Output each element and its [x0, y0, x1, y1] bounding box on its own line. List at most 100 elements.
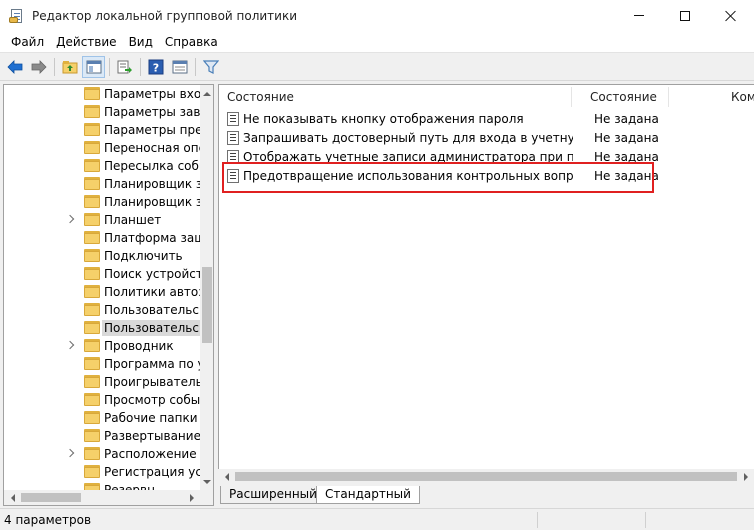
tree-item-label: Резервн... [104, 483, 167, 490]
tree-item-label: Регистрация устр [104, 465, 200, 479]
tab-extended[interactable]: Расширенный [220, 486, 326, 504]
tree-item[interactable]: Параметры завер [4, 103, 200, 121]
tree-item[interactable]: Планшет [4, 211, 200, 229]
tree-item[interactable]: Расположение и [4, 445, 200, 463]
tree-item[interactable]: Параметры вход [4, 85, 200, 103]
minimize-button[interactable] [616, 0, 662, 31]
scroll-thumb[interactable] [235, 472, 737, 481]
list-horizontal-scrollbar[interactable] [218, 469, 754, 484]
status-text: 4 параметров [4, 513, 92, 527]
chevron-right-icon[interactable] [66, 341, 76, 351]
menu-help[interactable]: Справка [159, 32, 224, 52]
properties-icon [172, 60, 187, 73]
tab-standard[interactable]: Стандартный [316, 486, 420, 504]
status-bar: 4 параметров [0, 508, 754, 530]
folder-icon [84, 213, 100, 226]
help-button[interactable]: ? [144, 56, 167, 78]
column-header-setting[interactable]: Состояние [227, 85, 294, 109]
tree-item-label: Программа по у. [104, 357, 200, 371]
tree-item[interactable]: Просмотр событ [4, 391, 200, 409]
scroll-down-button[interactable] [200, 473, 213, 490]
tree-item-label: Планировщик за [104, 177, 200, 191]
tree-item[interactable]: Платформа защ [4, 229, 200, 247]
properties-button[interactable] [168, 56, 191, 78]
forward-button[interactable] [27, 56, 50, 78]
folder-icon [84, 285, 100, 298]
up-folder-icon [62, 60, 77, 73]
folder-icon [84, 411, 100, 424]
menu-file[interactable]: Файл [5, 32, 50, 52]
export-list-button[interactable] [113, 56, 136, 78]
back-button[interactable] [3, 56, 26, 78]
tree-item[interactable]: Пересылка собы [4, 157, 200, 175]
column-divider[interactable] [571, 87, 572, 107]
settings-list-pane[interactable]: Состояние Состояние Ком Не показывать кн… [218, 84, 754, 484]
folder-icon [84, 429, 100, 442]
filter-icon [202, 59, 219, 74]
scroll-up-button[interactable] [200, 85, 213, 102]
tree-item[interactable]: Пользовательски [4, 319, 200, 337]
tree-item[interactable]: Программа по у. [4, 355, 200, 373]
menu-action[interactable]: Действие [50, 32, 122, 52]
svg-text:?: ? [152, 61, 158, 74]
tree-item-label: Проводник [104, 339, 174, 353]
tree-item[interactable]: Регистрация устр [4, 463, 200, 481]
tree-item[interactable]: Пользовательски [4, 301, 200, 319]
tree-list: Параметры вход Параметры завер Параметры п… [4, 85, 200, 490]
tree-item[interactable]: Подключить [4, 247, 200, 265]
tree-item[interactable]: Параметры през [4, 121, 200, 139]
tree-item[interactable]: Проводник [4, 337, 200, 355]
tree-horizontal-scrollbar[interactable] [4, 490, 200, 505]
show-hide-tree-icon [86, 60, 101, 73]
tree-item[interactable]: Планировщик за [4, 193, 200, 211]
column-divider[interactable] [668, 87, 669, 107]
folder-icon [84, 321, 100, 334]
folder-icon [84, 465, 100, 478]
tree-item-label: Параметры завер [104, 105, 200, 119]
arrow-left-icon [224, 472, 229, 481]
tree-item-label: Пересылка собы [104, 159, 200, 173]
chevron-right-icon[interactable] [66, 215, 76, 225]
toolbar-separator [195, 57, 196, 76]
tree-item[interactable]: Политики автоза [4, 283, 200, 301]
tree-pane[interactable]: Параметры вход Параметры завер Параметры п… [3, 84, 214, 506]
tree-vertical-scrollbar[interactable] [200, 85, 213, 490]
chevron-right-icon[interactable] [66, 449, 76, 459]
folder-icon [84, 195, 100, 208]
help-icon: ? [148, 59, 163, 74]
scroll-left-button[interactable] [4, 490, 21, 505]
show-hide-tree-button[interactable] [82, 55, 105, 78]
tree-item-label: Переносная опер [104, 141, 200, 155]
folder-icon [84, 231, 100, 244]
close-button[interactable] [708, 0, 754, 31]
tree-item[interactable]: Поиск устройств [4, 265, 200, 283]
policy-row[interactable]: Не показывать кнопку отображения пароля Н… [219, 110, 754, 129]
tree-item-label: Политики автоза [104, 285, 200, 299]
tree-item[interactable]: Переносная опер [4, 139, 200, 157]
arrow-up-icon [203, 91, 211, 96]
scroll-right-button[interactable] [183, 490, 200, 505]
title-bar: Редактор локальной групповой политики [0, 0, 754, 31]
tree-item[interactable]: Планировщик за [4, 175, 200, 193]
menu-view[interactable]: Вид [123, 32, 159, 52]
tree-item[interactable]: Развертывание п [4, 427, 200, 445]
up-one-level-button[interactable] [58, 56, 81, 78]
folder-icon [84, 447, 100, 460]
tree-item[interactable]: Резервн... [4, 481, 200, 490]
maximize-icon [680, 10, 690, 21]
tree-item[interactable]: Проигрыватель \ [4, 373, 200, 391]
scroll-left-button[interactable] [218, 469, 235, 484]
scroll-thumb[interactable] [202, 267, 212, 343]
tree-item[interactable]: Рабочие папки [4, 409, 200, 427]
folder-icon [84, 303, 100, 316]
policy-row[interactable]: Запрашивать достоверный путь для входа в… [219, 129, 754, 148]
arrow-down-icon [203, 479, 211, 484]
maximize-button[interactable] [662, 0, 708, 31]
scroll-thumb[interactable] [21, 493, 81, 502]
column-header-state[interactable]: Состояние [590, 85, 657, 109]
toolbar-separator [54, 57, 55, 76]
folder-icon [84, 105, 100, 118]
filter-button[interactable] [199, 56, 222, 78]
scroll-right-button[interactable] [737, 469, 754, 484]
column-header-comment[interactable]: Ком [731, 85, 754, 109]
